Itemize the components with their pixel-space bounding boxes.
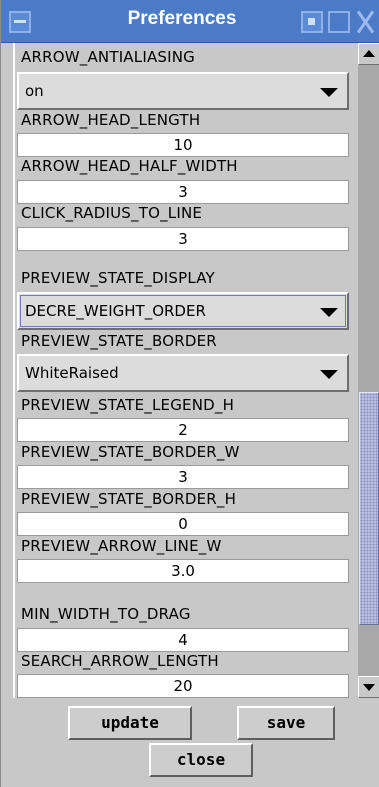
pref-label-arrow-head-half-width: ARROW_HEAD_HALF_WIDTH [21, 157, 238, 175]
pref-field-preview-state-legend-h[interactable]: 2 [17, 418, 349, 442]
close-button[interactable]: close [149, 743, 253, 777]
window-menu-icon[interactable] [9, 11, 31, 33]
pref-label-click-radius-to-line: CLICK_RADIUS_TO_LINE [21, 204, 203, 222]
pref-label-arrow-antialiasing: ARROW_ANTIALIASING [21, 48, 196, 66]
save-button[interactable]: save [237, 706, 335, 740]
dropdown-arrow-icon [320, 88, 338, 97]
select-value: on [25, 82, 44, 100]
pref-label-preview-state-display: PREVIEW_STATE_DISPLAY [21, 269, 215, 287]
pref-field-preview-arrow-line-w[interactable]: 3.0 [17, 559, 349, 583]
select-value: WhiteRaised [25, 364, 119, 382]
pref-label-preview-arrow-line-w: PREVIEW_ARROW_LINE_W [21, 537, 222, 555]
close-icon[interactable] [353, 11, 379, 33]
minimize-icon[interactable] [301, 11, 323, 33]
pref-field-search-arrow-length[interactable]: 20 [17, 674, 349, 698]
dropdown-arrow-icon [320, 308, 338, 317]
select-value: DECRE_WEIGHT_ORDER [25, 302, 206, 320]
pref-label-preview-state-border: PREVIEW_STATE_BORDER [21, 332, 217, 350]
pref-select-preview-state-border[interactable]: WhiteRaised [17, 354, 349, 392]
pref-field-preview-state-border-w[interactable]: 3 [17, 465, 349, 489]
pref-label-preview-state-border-w: PREVIEW_STATE_BORDER_W [21, 443, 240, 461]
dropdown-arrow-icon [320, 370, 338, 379]
title-bar[interactable]: Preferences [1, 0, 379, 43]
update-button[interactable]: update [68, 706, 192, 740]
pref-field-click-radius-to-line[interactable]: 3 [17, 227, 349, 251]
pref-label-arrow-head-length: ARROW_HEAD_LENGTH [21, 111, 201, 129]
pref-select-arrow-antialiasing[interactable]: on [17, 72, 349, 110]
preferences-list: ARROW_ANTIALIASING on ARROW_HEAD_LENGTH … [13, 43, 356, 698]
pref-select-preview-state-display[interactable]: DECRE_WEIGHT_ORDER [17, 292, 349, 330]
pref-field-preview-state-border-h[interactable]: 0 [17, 512, 349, 536]
preferences-window: Preferences ARROW_ANTIALIASING on ARROW_… [0, 0, 379, 787]
pref-label-search-arrow-length: SEARCH_ARROW_LENGTH [21, 652, 219, 670]
pref-label-preview-state-border-h: PREVIEW_STATE_BORDER_H [21, 490, 237, 508]
pref-field-arrow-head-length[interactable]: 10 [17, 133, 349, 157]
vertical-scrollbar[interactable] [358, 43, 379, 698]
maximize-icon[interactable] [328, 11, 350, 33]
pref-label-min-width-to-drag: MIN_WIDTH_TO_DRAG [21, 605, 191, 623]
scrollbar-thumb[interactable] [359, 392, 379, 625]
button-panel: update save close [1, 698, 379, 787]
pref-field-min-width-to-drag[interactable]: 4 [17, 628, 349, 652]
scroll-up-arrow-icon[interactable] [358, 43, 379, 65]
pref-label-preview-state-legend-h: PREVIEW_STATE_LEGEND_H [21, 396, 235, 414]
pref-field-arrow-head-half-width[interactable]: 3 [17, 180, 349, 204]
window-title: Preferences [127, 8, 237, 29]
scroll-down-arrow-icon[interactable] [358, 676, 379, 698]
